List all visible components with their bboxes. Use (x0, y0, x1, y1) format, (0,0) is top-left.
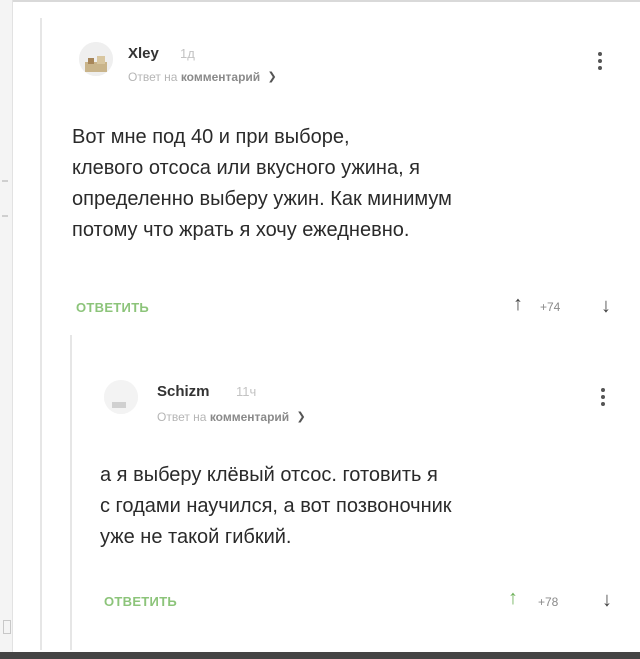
reply-button[interactable]: ОТВЕТИТЬ (104, 594, 177, 609)
reply-to-prefix: Ответ на (157, 410, 207, 424)
comment-text: а я выберу клёвый отсос. готовить я с го… (100, 464, 452, 548)
comment-time: 11ч (236, 384, 257, 399)
comment-time: 1д (180, 46, 195, 61)
thread-line (40, 18, 42, 650)
comment-author[interactable]: Schizm (157, 383, 210, 400)
rail-mark (2, 215, 8, 217)
chevron-down-icon: ❯ (296, 411, 306, 423)
arrow-down-icon[interactable]: ↓ (601, 296, 611, 316)
rail-mark (2, 180, 8, 182)
avatar[interactable] (79, 42, 113, 76)
reply-to-target: комментарий (180, 70, 261, 84)
kebab-menu-icon[interactable] (601, 388, 605, 409)
screen-top-border (0, 0, 640, 2)
avatar[interactable] (104, 380, 138, 414)
reply-to-link[interactable]: Ответ на комментарий ❯ (128, 70, 277, 84)
arrow-up-icon[interactable]: ↑ (508, 588, 518, 608)
arrow-up-icon[interactable]: ↑ (513, 294, 523, 314)
comment-text: Вот мне под 40 и при выборе, клевого отс… (72, 126, 452, 241)
thread-line-nested (70, 335, 72, 650)
left-page-rail (0, 0, 13, 652)
reply-to-prefix: Ответ на (128, 70, 178, 84)
screen-bottom-bar (0, 652, 640, 659)
chevron-down-icon: ❯ (267, 71, 277, 83)
reply-button[interactable]: ОТВЕТИТЬ (76, 300, 149, 315)
avatar-image-icon (104, 380, 138, 414)
comment-author[interactable]: Xley (128, 45, 159, 62)
reply-to-link[interactable]: Ответ на комментарий ❯ (157, 410, 306, 424)
vote-count: +78 (538, 595, 559, 609)
kebab-menu-icon[interactable] (598, 52, 602, 73)
reply-to-target: комментарий (209, 410, 290, 424)
arrow-down-icon[interactable]: ↓ (602, 590, 612, 610)
avatar-image-icon (79, 42, 113, 76)
rail-scroll-handle[interactable] (3, 620, 11, 634)
vote-count: +74 (540, 300, 561, 314)
